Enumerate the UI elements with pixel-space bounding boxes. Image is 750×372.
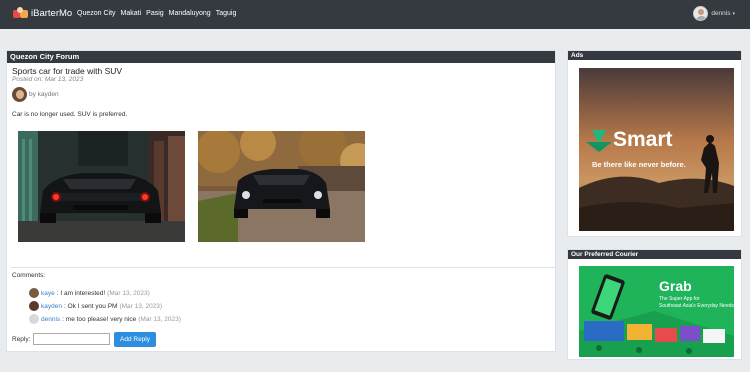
author-prefix: by (29, 91, 38, 98)
comment-date: (Mar 13, 2023) (107, 289, 150, 297)
author-avatar (12, 87, 27, 102)
ads-panel: Ads Smart Be there like never before. (567, 50, 742, 237)
comment-user[interactable]: kaye (41, 290, 55, 297)
brand-name: iBarterMo (31, 8, 73, 19)
comment-item: kaye: I am interested! (Mar 13, 2023) (29, 288, 150, 298)
chevron-down-icon: ▾ (732, 10, 735, 17)
comments-heading: Comments: (12, 272, 46, 279)
forum-panel: Quezon City Forum Sports car for trade w… (6, 50, 556, 352)
grab-tagline-1: The Super App for (659, 296, 700, 302)
author-name[interactable]: kayden (38, 91, 59, 98)
brand-link[interactable]: iBarterMo (13, 7, 72, 20)
grab-ad-image (579, 266, 734, 357)
comments-divider (11, 267, 555, 268)
add-reply-button[interactable]: Add Reply (114, 332, 156, 347)
courier-header: Our Preferred Courier (568, 250, 741, 259)
ads-header: Ads (568, 51, 741, 60)
commenter-avatar (29, 288, 39, 298)
nav-link-taguig[interactable]: Taguig (216, 10, 237, 17)
forum-header: Quezon City Forum (7, 51, 555, 63)
comment-text: me too please! very nice (65, 315, 137, 323)
commenter-avatar (29, 314, 39, 324)
comment-user[interactable]: kayden (41, 303, 62, 310)
nav-link-makati[interactable]: Makati (121, 10, 142, 17)
post-title: Sports car for trade with SUV (12, 66, 123, 76)
grab-logo-text: Grab (659, 278, 692, 294)
user-menu[interactable]: dennis ▾ (693, 6, 735, 21)
grab-ad-banner[interactable]: Grab The Super App for Southeast Asia's … (579, 266, 734, 357)
post-body: Car is no longer used. SUV is preferred. (12, 111, 128, 118)
comment-text: Ok I sent you PM (67, 302, 118, 310)
courier-panel: Our Preferred Courier Grab The Super App… (567, 249, 742, 360)
post-date: Posted on: Mar 13, 2023 (12, 76, 84, 83)
post-photo-2[interactable] (198, 131, 365, 242)
comment-item: dennis: me too please! very nice (Mar 13… (29, 314, 181, 324)
nav-link-mandaluyong[interactable]: Mandaluyong (169, 10, 211, 17)
grab-tagline-2: Southeast Asia's Everyday Needs (659, 303, 734, 309)
comment-date: (Mar 13, 2023) (138, 315, 181, 323)
smart-ad-banner[interactable]: Smart Be there like never before. (579, 68, 734, 231)
user-name: dennis (711, 10, 731, 17)
comment-text: I am interested! (60, 289, 106, 297)
commenter-avatar (29, 301, 39, 311)
comment-item: kayden: Ok I sent you PM (Mar 13, 2023) (29, 301, 162, 311)
nav-link-quezon-city[interactable]: Quezon City (77, 10, 116, 17)
user-avatar (693, 6, 709, 21)
car-alley-image (18, 131, 185, 242)
brand-logo-icon (13, 7, 28, 20)
top-navbar: iBarterMo Quezon City Makati Pasig Manda… (0, 0, 750, 29)
post-author: by kayden (29, 91, 59, 98)
smart-tagline: Be there like never before. (592, 160, 686, 169)
nav-link-pasig[interactable]: Pasig (146, 10, 164, 17)
post-photo-1[interactable] (18, 131, 185, 242)
car-road-image (198, 131, 365, 242)
comment-user[interactable]: dennis (41, 316, 60, 323)
smart-logo-text: Smart (613, 128, 673, 151)
reply-label: Reply: (12, 336, 31, 343)
reply-input[interactable] (33, 333, 110, 345)
comment-date: (Mar 13, 2023) (119, 302, 163, 310)
city-nav: Quezon City Makati Pasig Mandaluyong Tag… (77, 10, 241, 17)
